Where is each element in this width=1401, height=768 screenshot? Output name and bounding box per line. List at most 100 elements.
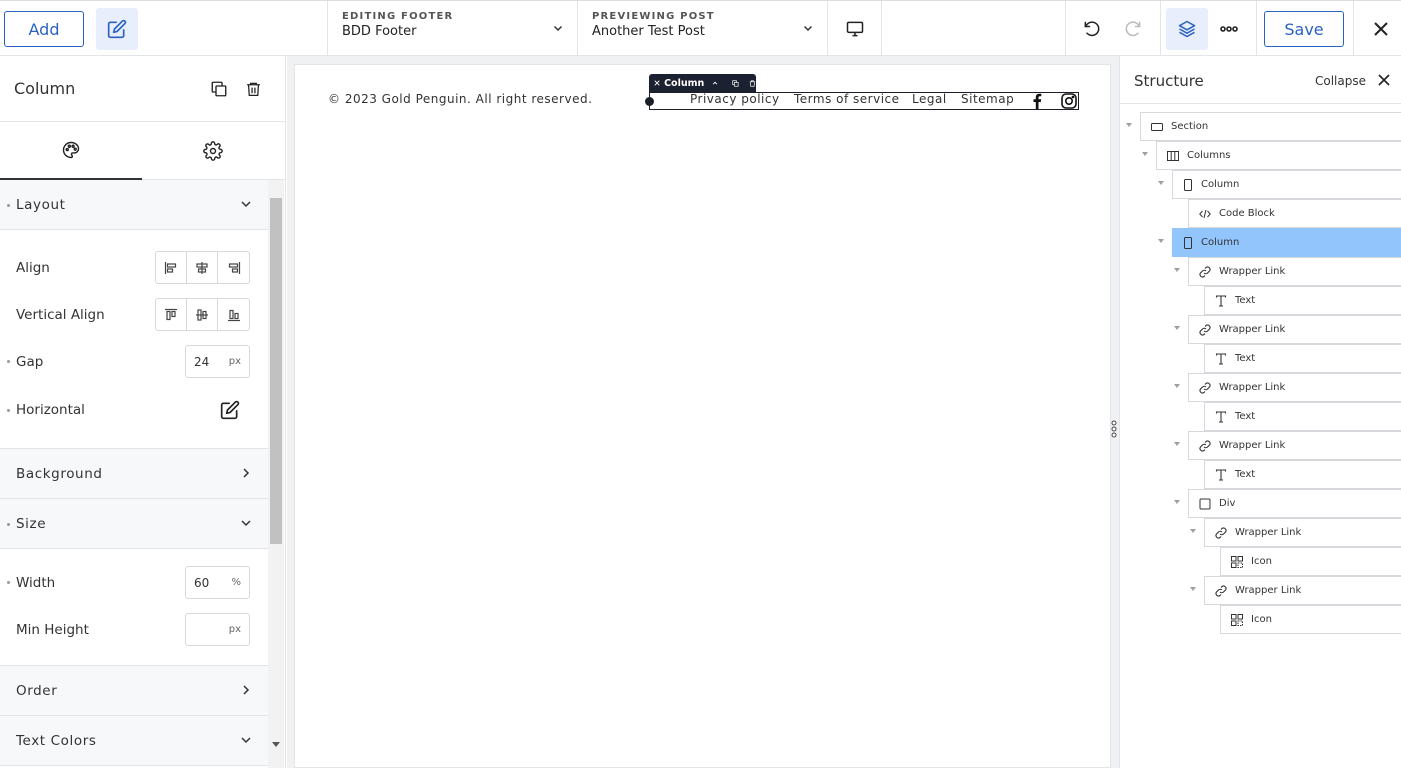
column-resize-handle[interactable] [645, 97, 654, 106]
structure-node-label: Wrapper Link [1235, 585, 1302, 596]
facebook-icon[interactable] [1032, 93, 1042, 109]
edit-mode-button[interactable] [96, 8, 138, 50]
footer-link-privacy[interactable]: Privacy policy [690, 92, 780, 106]
width-input[interactable]: 60 % [185, 566, 250, 599]
panel-resize-handle[interactable] [1111, 418, 1117, 440]
icon-element-icon [1231, 613, 1243, 626]
expand-toggle-icon[interactable] [1190, 587, 1196, 591]
expand-toggle-icon[interactable] [1174, 500, 1180, 504]
align-right-icon [228, 261, 240, 274]
section-text-colors-header[interactable]: Text Colors [0, 716, 268, 766]
structure-node-column[interactable]: Column [1172, 170, 1401, 199]
structure-toggle-button[interactable] [1166, 8, 1208, 50]
icon-element-icon [1231, 555, 1243, 568]
structure-node-code-block[interactable]: Code Block [1188, 199, 1401, 228]
move-icon[interactable] [654, 79, 660, 87]
tab-settings[interactable] [142, 122, 284, 180]
link-icon [1199, 323, 1211, 336]
align-left-button[interactable] [156, 252, 187, 283]
structure-node-text[interactable]: Text [1204, 402, 1401, 431]
valign-top-button[interactable] [156, 299, 187, 330]
structure-node-label: Text [1235, 353, 1256, 364]
align-center-button[interactable] [187, 252, 218, 283]
footer-copyright-text[interactable]: © 2023 Gold Penguin. All right reserved. [328, 92, 592, 106]
tab-style[interactable] [0, 122, 142, 180]
footer-link-terms[interactable]: Terms of service [794, 92, 900, 106]
collapse-all-button[interactable]: Collapse [1315, 74, 1366, 88]
expand-toggle-icon[interactable] [1158, 239, 1164, 243]
section-layout-header[interactable]: Layout [0, 180, 268, 230]
min-height-row: Min Height px [0, 606, 268, 653]
expand-toggle-icon[interactable] [1126, 123, 1132, 127]
instagram-icon[interactable] [1061, 93, 1077, 109]
expand-toggle-icon[interactable] [1174, 442, 1180, 446]
redo-button[interactable] [1112, 8, 1154, 50]
settings-scroll-area: Layout Align Vertical Align Gap 24 px Ho… [0, 180, 268, 768]
section-order-header[interactable]: Order [0, 666, 268, 716]
gap-input[interactable]: 24 px [185, 345, 250, 378]
preview-page[interactable] [294, 64, 1111, 768]
structure-node-wrapper-link[interactable]: Wrapper Link [1188, 257, 1401, 286]
structure-node-icon[interactable]: Icon [1220, 605, 1401, 634]
structure-node-wrapper-link[interactable]: Wrapper Link [1188, 315, 1401, 344]
align-right-button[interactable] [218, 252, 249, 283]
structure-node-icon[interactable]: Icon [1220, 547, 1401, 576]
footer-link-legal[interactable]: Legal [912, 92, 947, 106]
structure-node-text[interactable]: Text [1204, 344, 1401, 373]
structure-node-columns[interactable]: Columns [1156, 141, 1401, 170]
palette-icon [62, 141, 80, 159]
duplicate-icon[interactable] [732, 79, 739, 88]
close-editor-button[interactable] [1361, 8, 1401, 50]
editing-footer-label: EDITING FOOTER [342, 11, 454, 22]
valign-middle-button[interactable] [187, 299, 218, 330]
align-center-icon [196, 261, 208, 274]
valign-bottom-button[interactable] [218, 299, 249, 330]
structure-node-section[interactable]: Section [1140, 112, 1401, 141]
panel-scrollbar[interactable] [268, 180, 284, 768]
expand-toggle-icon[interactable] [1174, 326, 1180, 330]
section-size-label: Size [16, 515, 47, 532]
valign-bottom-icon [227, 309, 240, 321]
scrollbar-thumb[interactable] [270, 198, 282, 544]
duplicate-button[interactable] [207, 77, 231, 101]
structure-node-wrapper-link[interactable]: Wrapper Link [1188, 373, 1401, 402]
footer-link-sitemap[interactable]: Sitemap [961, 92, 1014, 106]
structure-node-wrapper-link[interactable]: Wrapper Link [1188, 431, 1401, 460]
expand-toggle-icon[interactable] [1158, 181, 1164, 185]
structure-node-wrapper-link[interactable]: Wrapper Link [1204, 518, 1401, 547]
trash-icon[interactable] [749, 79, 756, 88]
save-button[interactable]: Save [1264, 11, 1344, 47]
section-size-header[interactable]: Size [0, 499, 268, 549]
more-options-button[interactable] [1208, 8, 1250, 50]
expand-toggle-icon[interactable] [1190, 529, 1196, 533]
editing-footer-dropdown[interactable]: EDITING FOOTER BDD Footer [328, 1, 577, 57]
structure-node-text[interactable]: Text [1204, 286, 1401, 315]
expand-toggle-icon[interactable] [1174, 384, 1180, 388]
structure-node-column[interactable]: Column [1172, 228, 1401, 257]
width-unit: % [231, 577, 241, 588]
expand-toggle-icon[interactable] [1142, 152, 1148, 156]
structure-node-wrapper-link[interactable]: Wrapper Link [1204, 576, 1401, 605]
horizontal-edit-button[interactable] [218, 398, 242, 422]
column-badge[interactable]: Column [649, 74, 756, 92]
delete-button[interactable] [241, 77, 265, 101]
min-height-label: Min Height [16, 621, 89, 638]
min-height-input[interactable]: px [185, 613, 250, 646]
structure-node-label: Columns [1187, 150, 1231, 161]
expand-toggle-icon[interactable] [1174, 268, 1180, 272]
previewing-post-dropdown[interactable]: PREVIEWING POST Another Test Post [578, 1, 827, 57]
chevron-up-icon[interactable] [712, 79, 718, 87]
scroll-down-icon[interactable] [272, 742, 280, 748]
undo-button[interactable] [1071, 8, 1113, 50]
add-button[interactable]: Add [4, 11, 84, 47]
top-toolbar: Add EDITING FOOTER BDD Footer PREVIEWING… [0, 0, 1401, 57]
section-background-header[interactable]: Background [0, 449, 268, 499]
structure-node-label: Wrapper Link [1219, 382, 1286, 393]
structure-node-text[interactable]: Text [1204, 460, 1401, 489]
close-structure-button[interactable] [1376, 72, 1392, 88]
columns-icon [1167, 150, 1179, 161]
structure-node-label: Section [1171, 121, 1209, 132]
device-preview-button[interactable] [834, 8, 876, 50]
chevron-down-icon [553, 25, 563, 32]
structure-node-div[interactable]: Div [1188, 489, 1401, 518]
